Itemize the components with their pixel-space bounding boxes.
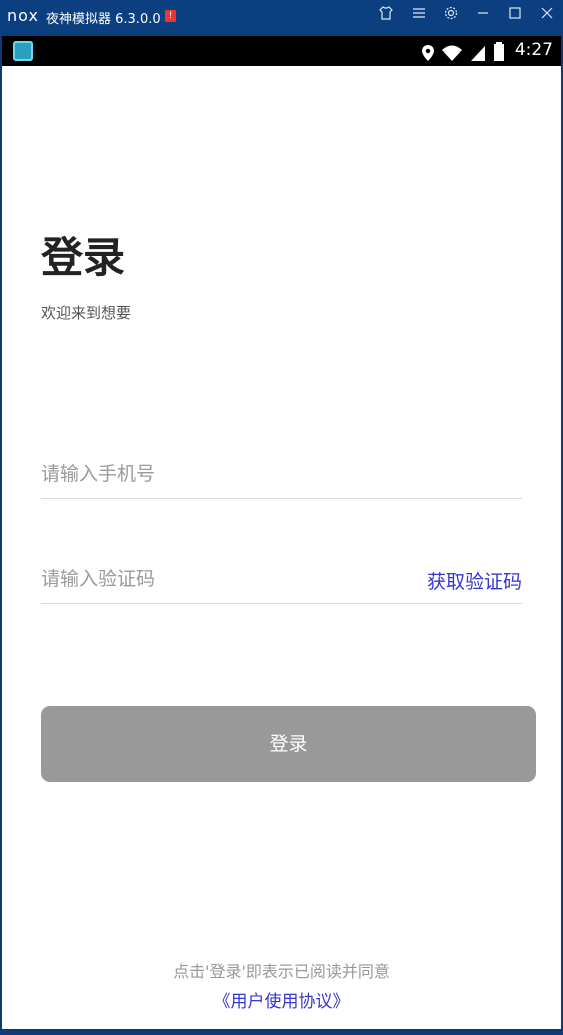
maximize-icon[interactable]: [503, 4, 527, 28]
signal-icon: [471, 46, 486, 61]
page-title: 登录: [41, 233, 126, 282]
battery-icon: [494, 42, 504, 61]
location-icon: [421, 45, 434, 61]
get-code-button[interactable]: 获取验证码: [427, 567, 522, 594]
phone-field: [41, 454, 522, 499]
close-icon[interactable]: [535, 4, 559, 28]
app-icon: [13, 41, 33, 61]
alert-badge[interactable]: !: [165, 10, 176, 22]
code-input[interactable]: [41, 559, 401, 599]
agreement-text: 点击'登录'即表示已阅读并同意: [173, 962, 390, 981]
window-title: 夜神模拟器 6.3.0.0: [46, 12, 161, 27]
android-statusbar: 4:27: [2, 36, 561, 66]
status-time: 4:27: [514, 40, 553, 60]
code-field: 获取验证码: [41, 559, 522, 604]
page-subtitle: 欢迎来到想要: [41, 304, 132, 322]
phone-input[interactable]: [41, 454, 401, 494]
login-screen: 登录 欢迎来到想要 获取验证码 登录 点击'登录'即表示已阅读并同意 《用户使用…: [2, 66, 561, 1029]
emulator-titlebar: nox 夜神模拟器 6.3.0.0 !: [0, 0, 563, 33]
menu-icon[interactable]: [407, 4, 431, 28]
minimize-icon[interactable]: [471, 4, 495, 28]
login-button[interactable]: 登录: [41, 706, 536, 782]
agreement-link[interactable]: 《用户使用协议》: [2, 987, 561, 1012]
gear-icon[interactable]: [439, 4, 463, 28]
shirt-icon[interactable]: [374, 4, 398, 28]
wifi-icon: [442, 45, 463, 61]
nox-logo: nox: [7, 6, 39, 25]
status-icons: [421, 42, 505, 66]
